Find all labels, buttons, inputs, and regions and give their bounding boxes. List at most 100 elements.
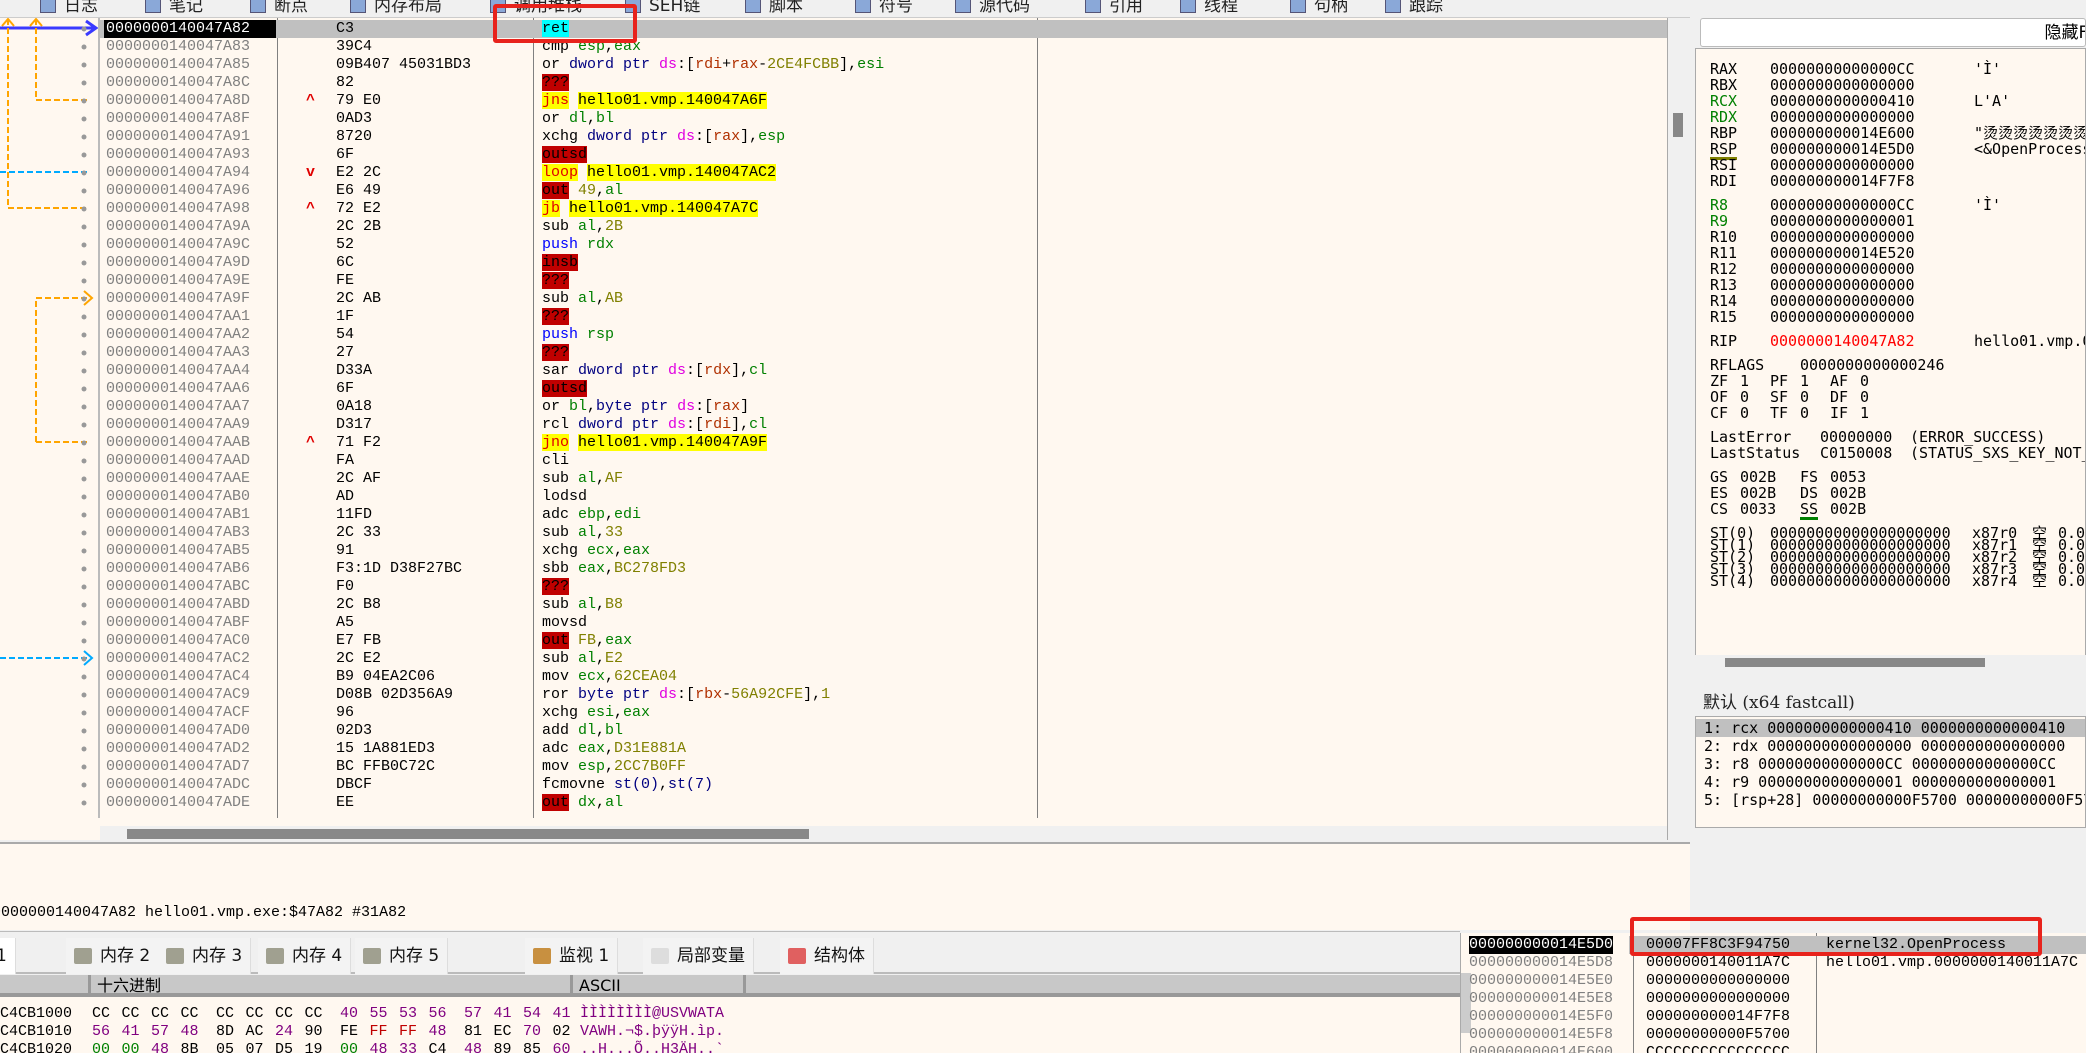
breakpoint-dot[interactable] [81,62,87,68]
hex-byte[interactable]: CC [305,1005,327,1023]
disasm-row[interactable]: 0000000140047A8D ^ 79 E0 jns hello01.vmp.14… [100,92,1667,110]
disasm-row[interactable]: 0000000140047ACF 96 xchg esi,eax [100,704,1667,722]
tab-0[interactable]: 日志 [40,0,98,16]
register-value[interactable]: 0000000000000000 [1770,309,1915,325]
disasm-row[interactable]: 0000000140047AD2 15 1A881ED3 adc eax,D31E8… [100,740,1667,758]
breakpoint-dot[interactable] [81,368,87,374]
disasm-row[interactable]: 0000000140047AA7 0A18 or bl,byte ptr ds:[r… [100,398,1667,416]
hex-byte[interactable]: 48 [370,1041,392,1053]
flag-value[interactable]: 0 [1860,373,1869,389]
breakpoint-dot[interactable] [81,98,87,104]
hex-byte[interactable]: 41 [122,1023,144,1041]
tab-内存 4[interactable]: 内存 4 [258,938,352,974]
breakpoint-dot[interactable] [81,242,87,248]
hex-byte[interactable]: 70 [523,1023,545,1041]
scrollbar-thumb[interactable] [1673,113,1683,137]
disasm-row[interactable]: 0000000140047AA2 54 push rsp [100,326,1667,344]
register-value[interactable]: 0000000000000410 [1770,93,1915,109]
tab-1[interactable]: 笔记 [145,0,203,16]
flag-value[interactable]: 1 [1860,405,1869,421]
hex-byte[interactable]: 19 [305,1041,327,1053]
register-value[interactable]: 00000000000000CC [1770,197,1915,213]
hex-byte[interactable]: 41 [494,1005,516,1023]
breakpoint-dot[interactable] [81,26,87,32]
hex-byte[interactable]: CC [216,1005,238,1023]
hex-byte[interactable]: 8D [216,1023,238,1041]
disasm-row[interactable]: 0000000140047AAB ^ 71 F2 jno hello01.vmp.14… [100,434,1667,452]
breakpoint-dot[interactable] [81,728,87,734]
stack-row[interactable]: 000000000014E5D8 0000000140011A7C hello01.… [1461,954,2086,972]
breakpoint-dot[interactable] [81,332,87,338]
hex-dump-pane[interactable]: 十六进制 ASCII C4CB1000 CC CC CC CC CC CC CC CC 40 55 5… [0,975,1460,1053]
breakpoint-dot[interactable] [81,782,87,788]
hex-byte[interactable]: 24 [275,1023,297,1041]
disasm-row[interactable]: 0000000140047A98 ^ 72 E2 jb hello01.vmp.140… [100,200,1667,218]
flag-value[interactable]: 0 [1800,405,1809,421]
disasm-row[interactable]: 0000000140047AAD FA cli [100,452,1667,470]
hex-byte[interactable]: 00 [92,1041,114,1053]
segment-value[interactable]: 0033 [1740,501,1776,517]
register-value[interactable]: 0000000000000000 [1770,277,1915,293]
hex-byte[interactable]: 8B [181,1041,203,1053]
breakpoint-dot[interactable] [81,206,87,212]
calling-convention-label[interactable]: 默认 (x64 fastcall) [1703,688,1855,713]
breakpoint-dot[interactable] [81,512,87,518]
register-value[interactable]: 0000000000000000 [1770,109,1915,125]
disasm-row[interactable]: 0000000140047AAE 2C AF sub al,AF [100,470,1667,488]
segment-value[interactable]: 0053 [1830,469,1866,485]
argument-row[interactable]: 4: r9 0000000000000001 0000000000000001 [1696,773,2085,791]
hex-byte[interactable]: 33 [399,1041,421,1053]
argument-row[interactable]: 2: rdx 0000000000000000 0000000000000000 [1696,737,2085,755]
tab-局部变量[interactable]: 局部变量 [643,938,754,974]
flag-value[interactable]: 0 [1860,389,1869,405]
breakpoint-dot[interactable] [81,476,87,482]
breakpoint-dot[interactable] [81,260,87,266]
call-arguments-list[interactable]: 1: rcx 0000000000000410 0000000000000410… [1695,716,2086,828]
breakpoint-dot[interactable] [81,296,87,302]
stack-row[interactable]: 000000000014E600 CCCCCCCCCCCCCCCC [1461,1044,2086,1053]
disasm-row[interactable]: 0000000140047ADE EE out dx,al [100,794,1667,812]
register-value[interactable]: 0000000000000000 [1770,77,1915,93]
disasm-row[interactable]: 0000000140047A9C 52 push rdx [100,236,1667,254]
stack-row[interactable]: 000000000014E5F0 000000000014F7F8 [1461,1008,2086,1026]
disasm-row[interactable]: 0000000140047AA9 D317 rcl dword ptr ds:[rd… [100,416,1667,434]
register-value[interactable]: 000000000014E5D0 [1770,141,1915,157]
register-value[interactable]: 000000000014E600 [1770,125,1915,141]
stack-row[interactable]: 000000000014E5E8 0000000000000000 [1461,990,2086,1008]
disasm-row[interactable]: 0000000140047AA6 6F outsd [100,380,1667,398]
breakpoint-dot[interactable] [81,494,87,500]
register-value[interactable]: 000000000014F7F8 [1770,173,1915,189]
disasm-row[interactable]: 0000000140047AB0 AD lodsd [100,488,1667,506]
disasm-row[interactable]: 0000000140047A91 8720 xchg dword ptr ds:[r… [100,128,1667,146]
hex-byte[interactable]: 81 [464,1023,486,1041]
hex-byte[interactable]: 57 [464,1005,486,1023]
disasm-row[interactable]: 0000000140047AA4 D33A sar dword ptr ds:[rd… [100,362,1667,380]
breakpoint-dot[interactable] [81,440,87,446]
hex-byte[interactable]: 07 [246,1041,268,1053]
scrollbar-thumb[interactable] [1725,658,1985,667]
hex-byte[interactable]: 57 [151,1023,173,1041]
register-value[interactable]: 0000000000000000 [1770,157,1915,173]
disasm-row[interactable]: 0000000140047AB6 F3:1D D38F27BC sbb eax,BC… [100,560,1667,578]
hex-byte[interactable]: CC [151,1005,173,1023]
register-value[interactable]: 0000000000000000 [1770,261,1915,277]
breakpoint-dot[interactable] [81,764,87,770]
hex-byte[interactable]: 56 [92,1023,114,1041]
hex-byte[interactable]: 85 [523,1041,545,1053]
stack-row[interactable]: 000000000014E5F8 00000000000F5700 [1461,1026,2086,1044]
disasm-row[interactable]: 0000000140047AB3 2C 33 sub al,33 [100,524,1667,542]
breakpoint-dot[interactable] [81,188,87,194]
hex-byte[interactable]: 00 [340,1041,362,1053]
breakpoint-dot[interactable] [81,224,87,230]
horizontal-scrollbar[interactable] [100,826,1667,840]
tab-9[interactable]: 引用 [1085,0,1143,16]
tab-11[interactable]: 句柄 [1290,0,1348,16]
disasm-row[interactable]: 0000000140047ABD 2C B8 sub al,B8 [100,596,1667,614]
hex-byte[interactable]: CC [246,1005,268,1023]
register-value[interactable]: 0000000000000000 [1770,229,1915,245]
hex-byte[interactable]: 56 [429,1005,451,1023]
hex-byte[interactable]: 48 [151,1041,173,1053]
disasm-row[interactable]: 0000000140047AC9 D08B 02D356A9 ror byte pt… [100,686,1667,704]
hex-byte[interactable]: 48 [181,1023,203,1041]
hex-byte[interactable]: 89 [494,1041,516,1053]
